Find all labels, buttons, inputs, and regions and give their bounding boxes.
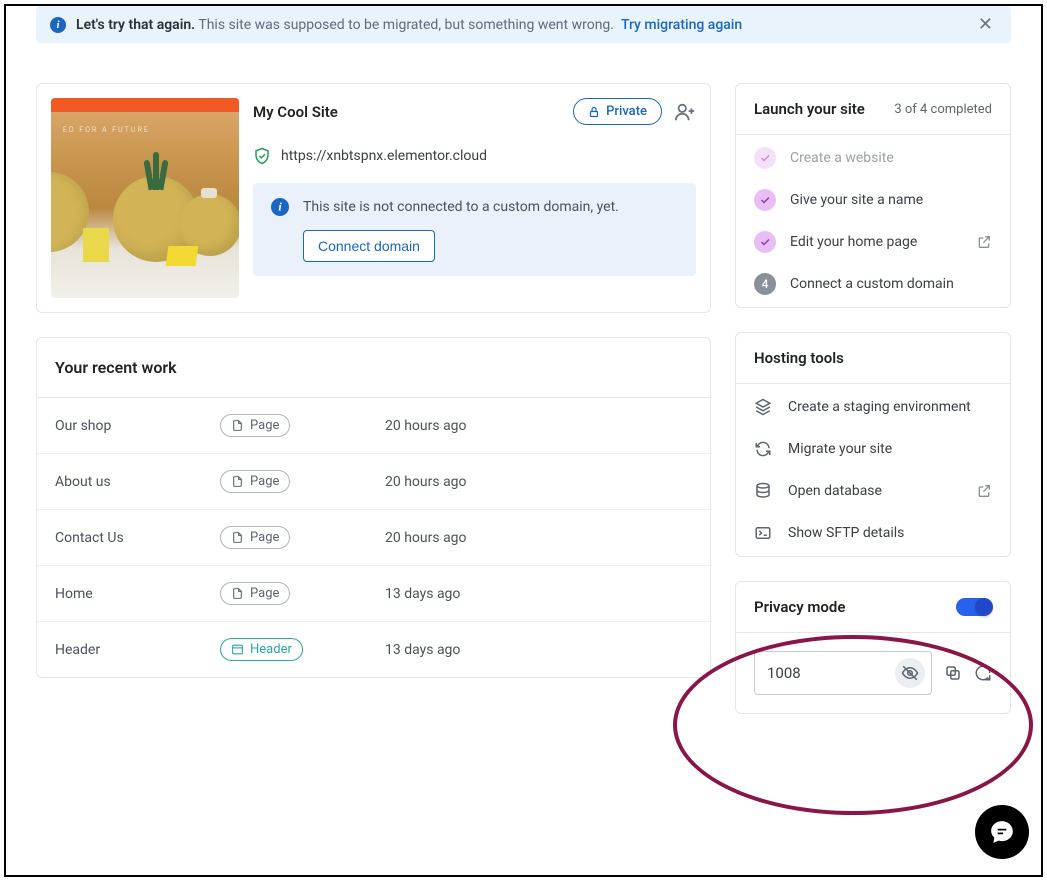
recent-work-card: Your recent work Our shopPage20 hours ag…: [36, 337, 711, 678]
site-overview-card: ED FOR A FUTURE My Cool Site: [36, 83, 711, 313]
alert-message: Let's try that again. This site was supp…: [76, 17, 964, 33]
database-icon: [754, 482, 772, 500]
close-icon[interactable]: ✕: [974, 14, 997, 35]
info-icon: [271, 198, 289, 216]
work-item-name: Our shop: [55, 418, 220, 434]
info-icon: [50, 17, 66, 33]
work-item-time: 20 hours ago: [385, 418, 692, 434]
check-icon: [759, 236, 771, 248]
page-icon: [231, 419, 244, 432]
recent-work-row[interactable]: Contact UsPage 20 hours ago: [37, 510, 710, 566]
hosting-tools-title: Hosting tools: [754, 349, 844, 367]
page-icon: [231, 475, 244, 488]
privacy-mode-title: Privacy mode: [754, 598, 845, 616]
launch-step-give-name[interactable]: Give your site a name: [754, 189, 992, 211]
launch-step-create-website: Create a website: [754, 147, 992, 169]
work-item-type-badge: Page: [220, 470, 290, 493]
work-item-type-badge: Header: [220, 638, 303, 661]
work-item-time: 13 days ago: [385, 586, 692, 602]
privacy-pin-field: 1008: [754, 651, 932, 695]
add-user-icon[interactable]: [674, 101, 696, 123]
tool-migrate-site[interactable]: Migrate your site: [754, 438, 992, 460]
launch-progress: 3 of 4 completed: [894, 102, 992, 117]
chat-fab[interactable]: [975, 805, 1029, 859]
header-icon: [231, 643, 244, 656]
check-icon: [759, 152, 771, 164]
try-migrating-again-link[interactable]: Try migrating again: [621, 17, 742, 33]
work-item-type-badge: Page: [220, 414, 290, 437]
regenerate-icon[interactable]: [974, 664, 992, 682]
work-item-type-badge: Page: [220, 582, 290, 605]
privacy-pin-value: 1008: [767, 664, 895, 682]
site-title: My Cool Site: [253, 103, 338, 121]
site-thumbnail[interactable]: ED FOR A FUTURE: [51, 98, 239, 298]
migration-alert: Let's try that again. This site was supp…: [36, 6, 1011, 43]
recent-work-title: Your recent work: [37, 338, 710, 398]
work-item-time: 13 days ago: [385, 642, 692, 658]
launch-site-card: Launch your site 3 of 4 completed Create…: [735, 83, 1011, 308]
recent-work-row[interactable]: About usPage 20 hours ago: [37, 454, 710, 510]
site-url-row: https://xnbtspnx.elementor.cloud: [253, 147, 696, 165]
work-item-type-badge: Page: [220, 526, 290, 549]
privacy-mode-card: Privacy mode 1008: [735, 581, 1011, 714]
refresh-icon: [754, 440, 772, 458]
page-icon: [231, 587, 244, 600]
check-icon: [759, 194, 771, 206]
recent-work-row[interactable]: HomePage 13 days ago: [37, 566, 710, 622]
copy-icon[interactable]: [944, 664, 962, 682]
page-icon: [231, 531, 244, 544]
launch-step-edit-home[interactable]: Edit your home page: [754, 231, 992, 253]
tool-show-sftp[interactable]: Show SFTP details: [754, 522, 992, 544]
launch-title: Launch your site: [754, 100, 865, 118]
hosting-tools-card: Hosting tools Create a staging environme…: [735, 332, 1011, 557]
recent-work-row[interactable]: HeaderHeader 13 days ago: [37, 622, 710, 677]
work-item-name: About us: [55, 474, 220, 490]
privacy-toggle[interactable]: [956, 598, 992, 616]
recent-work-row[interactable]: Our shopPage 20 hours ago: [37, 398, 710, 454]
work-item-time: 20 hours ago: [385, 474, 692, 490]
external-link-icon[interactable]: [976, 483, 992, 499]
visibility-off-icon[interactable]: [895, 658, 925, 688]
work-item-name: Contact Us: [55, 530, 220, 546]
site-url[interactable]: https://xnbtspnx.elementor.cloud: [281, 148, 487, 164]
terminal-icon: [754, 524, 772, 542]
launch-step-custom-domain[interactable]: 4 Connect a custom domain: [754, 273, 992, 295]
tool-create-staging[interactable]: Create a staging environment: [754, 396, 992, 418]
chat-icon: [989, 819, 1015, 845]
layers-icon: [754, 398, 772, 416]
domain-notice: This site is not connected to a custom d…: [253, 183, 696, 276]
connect-domain-button[interactable]: Connect domain: [303, 230, 435, 262]
private-badge[interactable]: Private: [573, 98, 662, 125]
work-item-name: Home: [55, 586, 220, 602]
work-item-name: Header: [55, 642, 220, 658]
tool-open-database[interactable]: Open database: [754, 480, 992, 502]
lock-icon: [588, 106, 600, 118]
work-item-time: 20 hours ago: [385, 530, 692, 546]
shield-check-icon: [253, 147, 271, 165]
external-link-icon[interactable]: [976, 234, 992, 250]
